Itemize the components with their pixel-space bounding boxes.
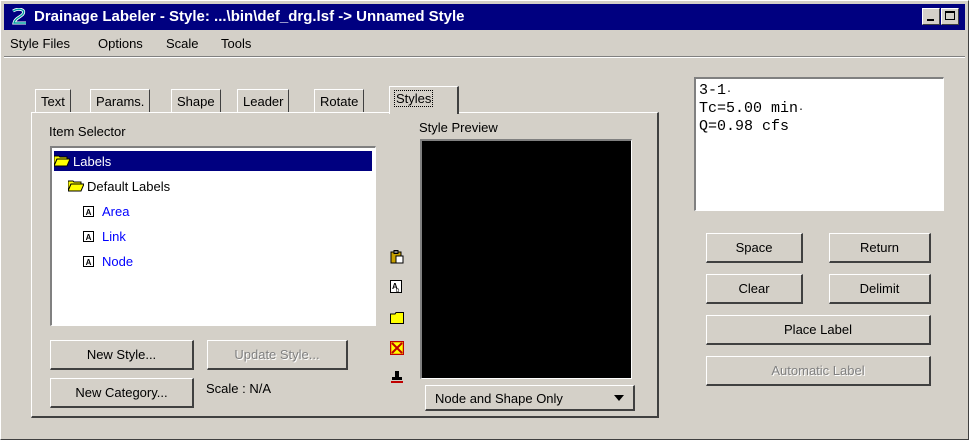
tab-shape[interactable]: Shape (171, 89, 221, 113)
label-line-2: Tc=5.00 min· (699, 100, 805, 117)
menu-bar: Style Files Options Scale Tools (4, 32, 965, 54)
item-selector-label: Item Selector (49, 124, 126, 139)
preview-mode-dropdown[interactable]: Node and Shape Only (425, 385, 635, 411)
delimit-button[interactable]: Delimit (829, 274, 931, 304)
label-text-field[interactable]: 3-1· Tc=5.00 min· Q=0.98 cfs (694, 77, 944, 211)
window-title: Drainage Labeler - Style: ...\bin\def_dr… (34, 8, 465, 25)
dropdown-arrow-icon (614, 395, 624, 401)
minimize-button[interactable] (922, 8, 940, 25)
menu-divider (4, 56, 965, 58)
tree-item-area[interactable]: A Area (83, 201, 129, 221)
tree-item-labels[interactable]: Labels (54, 151, 372, 171)
automatic-label-button[interactable]: Automatic Label (706, 356, 931, 386)
tree-item-default-labels[interactable]: Default Labels (68, 176, 170, 196)
label-item-icon: A (83, 205, 94, 217)
title-bar[interactable]: Drainage Labeler - Style: ...\bin\def_dr… (4, 4, 965, 30)
tab-params[interactable]: Params. (90, 89, 151, 113)
scale-text: Scale : N/A (206, 381, 272, 396)
delete-icon[interactable] (390, 341, 404, 355)
maximize-button[interactable] (941, 8, 959, 25)
label-item-icon: A (83, 230, 94, 242)
tab-styles[interactable]: Styles (389, 86, 459, 114)
open-folder-icon (54, 155, 70, 167)
style-preview-canvas (420, 139, 632, 379)
item-selector-tree[interactable]: Labels Default Labels A Area A Link A No… (50, 146, 376, 326)
label-line-3: Q=0.98 cfs (699, 118, 790, 135)
menu-style-files[interactable]: Style Files (10, 36, 70, 51)
new-category-button[interactable]: New Category... (50, 378, 194, 408)
open-folder-icon (68, 180, 84, 192)
label-line-1: 3-1· (699, 82, 733, 99)
stamp-icon[interactable] (390, 370, 404, 384)
tab-text[interactable]: Text (35, 89, 71, 113)
copy-style-icon[interactable]: A b (390, 280, 404, 294)
return-button[interactable]: Return (829, 233, 931, 263)
menu-scale[interactable]: Scale (166, 36, 199, 51)
space-button[interactable]: Space (706, 233, 803, 263)
folder-icon[interactable] (390, 311, 404, 325)
app-logo-icon (12, 8, 26, 25)
tree-item-node[interactable]: A Node (83, 251, 133, 271)
maximize-icon (945, 11, 955, 20)
new-style-button[interactable]: New Style... (50, 340, 194, 370)
style-preview-label: Style Preview (419, 120, 498, 135)
update-style-button[interactable]: Update Style... (207, 340, 348, 370)
place-label-button[interactable]: Place Label (706, 315, 931, 345)
label-item-icon: A (83, 255, 94, 267)
tab-leader[interactable]: Leader (237, 89, 290, 113)
clear-button[interactable]: Clear (706, 274, 803, 304)
menu-tools[interactable]: Tools (221, 36, 251, 51)
paste-icon[interactable] (390, 250, 404, 264)
tab-rotate[interactable]: Rotate (314, 89, 365, 113)
minimize-icon (927, 19, 934, 21)
app-window: Drainage Labeler - Style: ...\bin\def_dr… (0, 0, 969, 440)
menu-options[interactable]: Options (98, 36, 143, 51)
tree-item-link[interactable]: A Link (83, 226, 126, 246)
